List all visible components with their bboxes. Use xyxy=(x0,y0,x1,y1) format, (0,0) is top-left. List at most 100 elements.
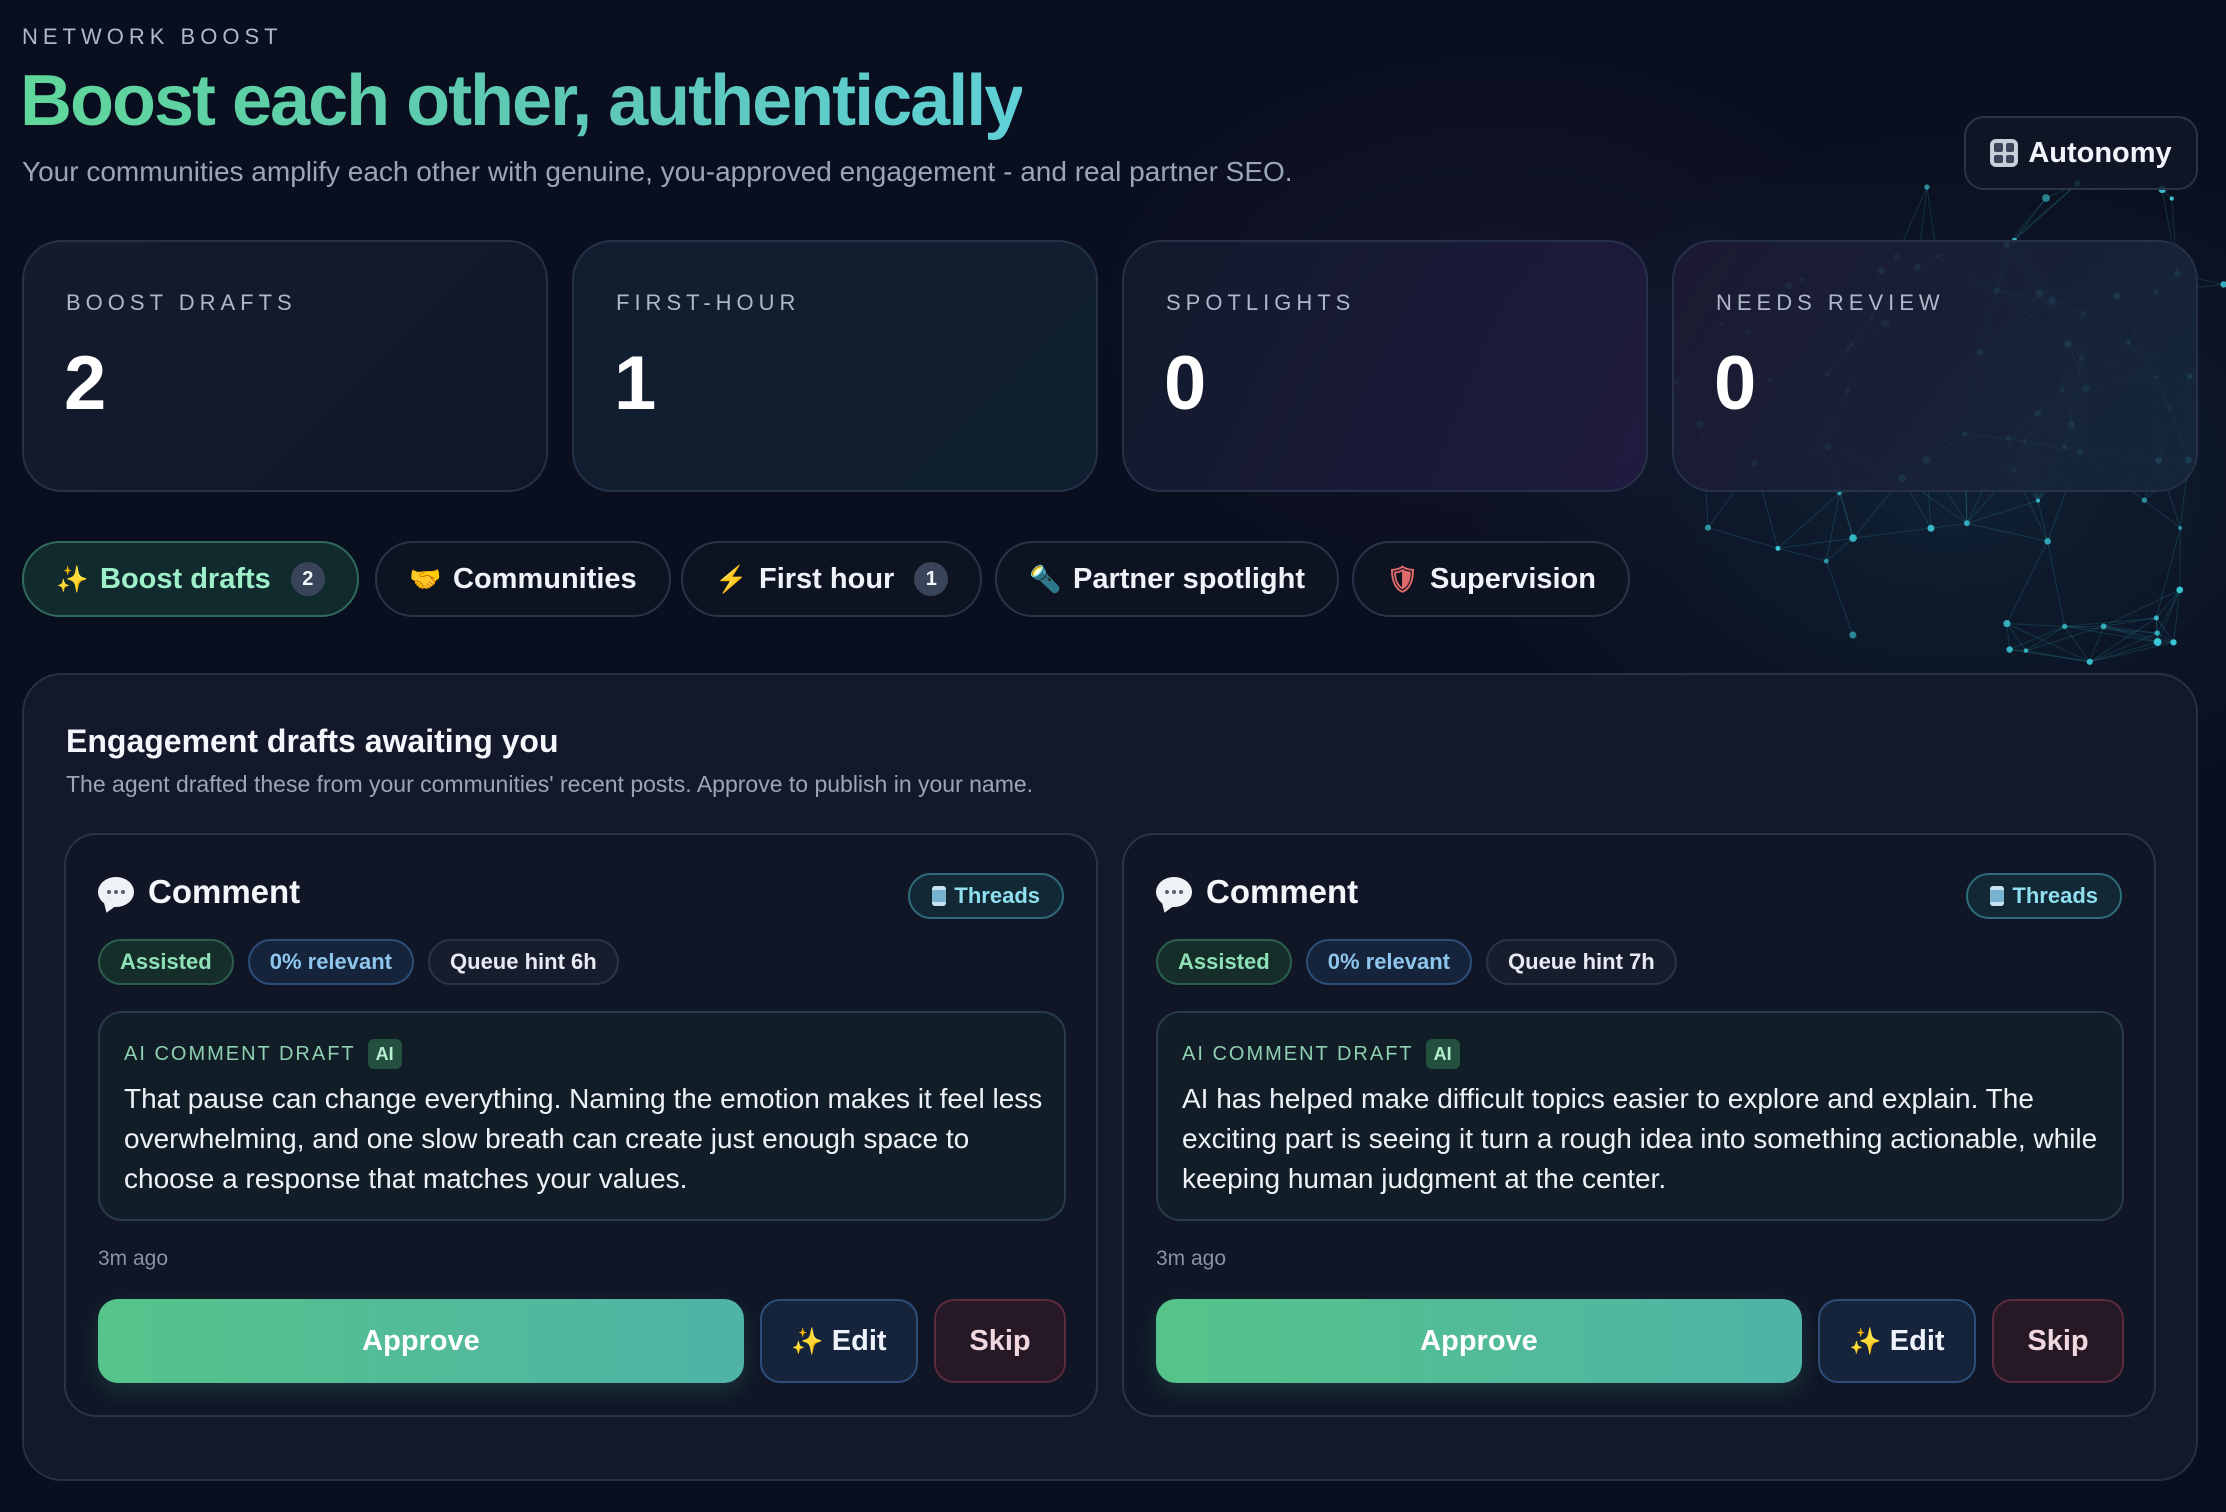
speech-bubble-icon xyxy=(98,877,134,907)
draft-card: Comment Threads Assisted 0% relevant Que… xyxy=(1122,833,2156,1417)
card-tags: Assisted 0% relevant Queue hint 7h xyxy=(1156,939,1677,985)
stat-card-spotlights: SPOTLIGHTS 0 xyxy=(1122,240,1648,492)
ai-badge: AI xyxy=(1425,1039,1460,1069)
network-edge xyxy=(1825,493,1840,562)
stat-card-first-hour: FIRST-HOUR 1 xyxy=(572,240,1098,492)
ai-draft-box: AI COMMENT DRAFT AI That pause can chang… xyxy=(98,1011,1066,1221)
network-node xyxy=(2023,648,2029,653)
network-edge xyxy=(2173,589,2181,643)
tab-label: Boost drafts xyxy=(100,562,271,595)
network-edge xyxy=(1966,500,2039,524)
edit-label: Edit xyxy=(1889,1324,1945,1357)
tab-supervision[interactable]: 🛡 Supervision xyxy=(1352,541,1630,617)
tab-partner-spotlight[interactable]: 🔦 Partner spotlight xyxy=(995,541,1340,617)
network-edge xyxy=(2089,626,2105,662)
edit-label: Edit xyxy=(831,1324,887,1357)
network-node xyxy=(2178,526,2183,530)
draft-label: AI COMMENT DRAFT xyxy=(1182,1042,1414,1065)
network-node xyxy=(1704,524,1712,531)
draft-text: That pause can change everything. Naming… xyxy=(124,1083,1043,1194)
network-edge xyxy=(2064,626,2091,663)
card-header: Comment xyxy=(1156,873,1358,911)
tab-first-hour[interactable]: ⚡ First hour 1 xyxy=(681,541,983,617)
tag-assisted: Assisted xyxy=(1156,939,1292,985)
lightning-icon: ⚡ xyxy=(715,563,748,594)
network-node xyxy=(2044,538,2051,545)
network-edge xyxy=(1825,560,1854,636)
network-node xyxy=(2170,639,2177,646)
skip-button[interactable]: Skip xyxy=(1992,1299,2124,1383)
tab-label: Supervision xyxy=(1430,562,1596,595)
network-edge xyxy=(2144,499,2181,529)
edit-button[interactable]: ✨ Edit xyxy=(1818,1299,1976,1383)
network-node xyxy=(2154,630,2160,636)
tab-count-badge: 2 xyxy=(290,562,325,596)
platform-badge: Threads xyxy=(908,873,1064,919)
network-edge xyxy=(2009,649,2027,652)
network-edge xyxy=(2155,527,2181,619)
network-edge xyxy=(2014,197,2047,241)
stat-label: SPOTLIGHTS xyxy=(1166,290,1356,315)
network-edge xyxy=(2103,625,2158,634)
network-edge xyxy=(2157,589,2181,643)
tab-boost-drafts[interactable]: ✨ Boost drafts 2 xyxy=(22,541,359,617)
handshake-icon: 🤝 xyxy=(409,563,442,594)
network-edge xyxy=(2156,632,2174,643)
card-tags: Assisted 0% relevant Queue hint 6h xyxy=(98,939,619,985)
network-edge xyxy=(1777,492,1840,549)
page-subtitle: Your communities amplify each other with… xyxy=(22,156,1293,187)
tab-label: First hour xyxy=(759,562,895,595)
tag-assisted: Assisted xyxy=(98,939,234,985)
skip-button[interactable]: Skip xyxy=(934,1299,1066,1383)
network-edge xyxy=(2025,626,2065,652)
network-edge xyxy=(2006,197,2047,246)
page-eyebrow: NETWORK BOOST xyxy=(22,24,283,49)
stat-card-boost-drafts: BOOST DRAFTS 2 xyxy=(22,240,548,492)
network-edge xyxy=(2089,632,2158,663)
card-header: Comment xyxy=(98,873,300,911)
network-edge xyxy=(2155,617,2174,643)
network-node xyxy=(2061,623,2068,630)
network-edge xyxy=(2014,183,2078,241)
network-edge xyxy=(2156,589,2181,634)
network-edge xyxy=(2155,617,2158,634)
network-node xyxy=(2003,619,2011,628)
edit-button[interactable]: ✨ Edit xyxy=(760,1299,918,1383)
page-title: Boost each other, authentically xyxy=(20,61,1024,141)
approve-button[interactable]: Approve xyxy=(1156,1299,1802,1383)
stat-value: 0 xyxy=(1164,341,1207,426)
stat-label: NEEDS REVIEW xyxy=(1716,290,1945,315)
network-edge xyxy=(2006,623,2027,651)
sparkles-icon: ✨ xyxy=(791,1325,824,1356)
tab-label: Communities xyxy=(453,562,637,595)
network-edge xyxy=(1838,493,1854,539)
network-edge xyxy=(2103,625,2174,643)
card-type: Comment xyxy=(148,873,301,910)
ai-draft-box: AI COMMENT DRAFT AI AI has helped make d… xyxy=(1156,1011,2124,1221)
shield-icon: 🛡 xyxy=(1386,563,1420,594)
approve-button[interactable]: Approve xyxy=(98,1299,744,1383)
speech-bubble-icon xyxy=(1156,877,1192,907)
drafts-panel: Engagement drafts awaiting you The agent… xyxy=(22,673,2198,1481)
network-edge xyxy=(2006,183,2078,246)
network-node xyxy=(2141,497,2148,503)
network-node xyxy=(1849,534,1857,542)
network-edge xyxy=(1707,527,1779,549)
tab-communities[interactable]: 🤝 Communities xyxy=(375,541,671,617)
network-node xyxy=(2153,615,2159,621)
network-edge xyxy=(2089,617,2157,663)
network-edge xyxy=(2089,641,2158,663)
ai-badge: AI xyxy=(367,1039,402,1069)
network-edge xyxy=(2155,589,2181,619)
network-node xyxy=(2086,658,2093,665)
autonomy-label: Autonomy xyxy=(2028,136,2172,169)
network-edge xyxy=(2047,541,2066,627)
network-node xyxy=(2176,586,2184,594)
network-edge xyxy=(2006,541,2049,624)
card-type: Comment xyxy=(1206,873,1359,910)
network-edge xyxy=(1852,527,1932,539)
thread-spool-icon xyxy=(932,886,947,906)
network-edge xyxy=(2155,617,2159,643)
autonomy-button[interactable]: Autonomy xyxy=(1964,116,2198,190)
timestamp: 3m ago xyxy=(98,1247,169,1270)
